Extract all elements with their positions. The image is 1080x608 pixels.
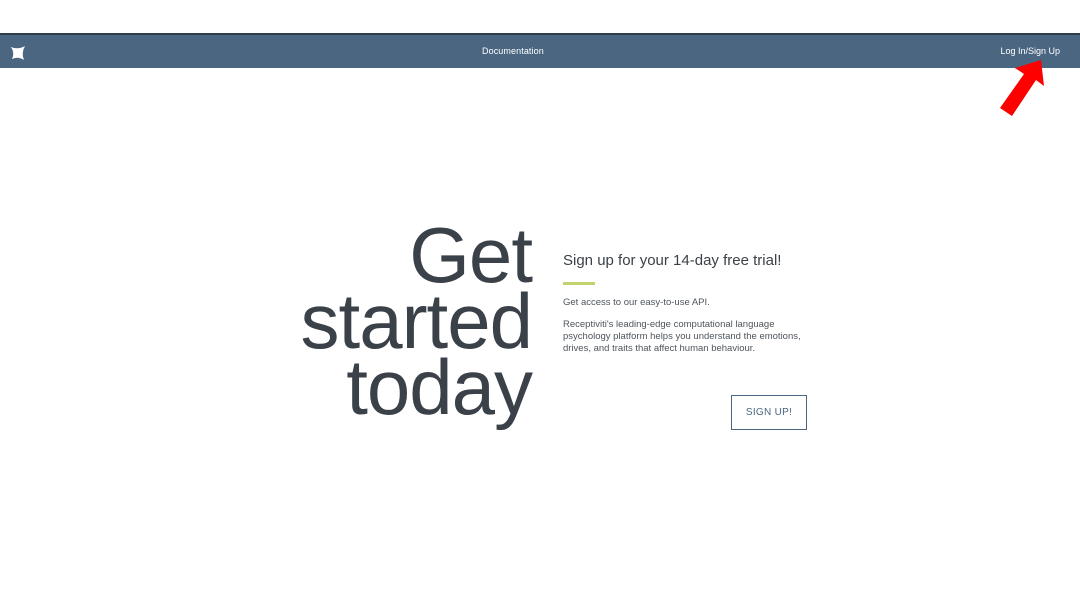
hero-title-line-3: today: [346, 343, 533, 431]
trial-section: Sign up for your 14-day free trial! Get …: [563, 250, 813, 355]
nav-link-documentation[interactable]: Documentation: [482, 46, 544, 56]
sign-up-button[interactable]: SIGN UP!: [731, 395, 807, 430]
page: Documentation Log In/Sign Up Get started…: [0, 0, 1080, 608]
access-text: Get access to our easy-to-use API.: [563, 297, 710, 308]
receptiviti-logo-icon[interactable]: [10, 45, 26, 61]
hero-title: Get started today: [240, 216, 533, 431]
accent-divider: [563, 282, 595, 285]
trial-heading: Sign up for your 14-day free trial!: [563, 252, 782, 269]
description-text: Receptiviti's leading-edge computational…: [563, 319, 801, 354]
red-arrow-icon: [1000, 60, 1044, 116]
top-navbar: Documentation Log In/Sign Up: [0, 33, 1080, 68]
nav-link-login-signup[interactable]: Log In/Sign Up: [1000, 46, 1060, 56]
